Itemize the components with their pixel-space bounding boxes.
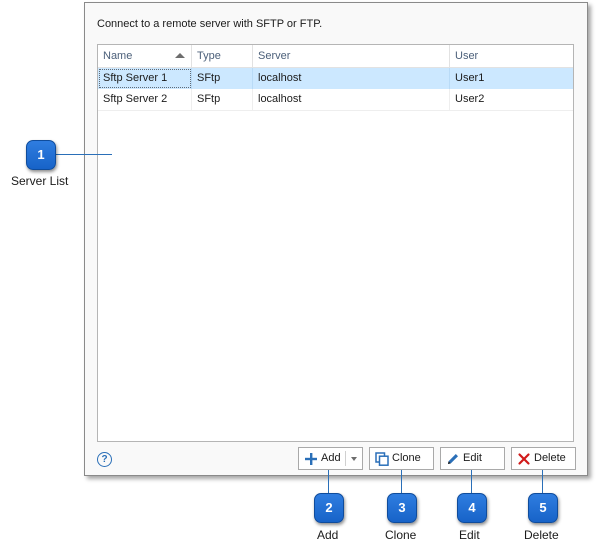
- callout-label-server-list: Server List: [11, 174, 69, 188]
- cell-name: Sftp Server 1: [98, 68, 192, 89]
- callout-badge-2: 2: [314, 493, 344, 523]
- table-row[interactable]: Sftp Server 1 SFtp localhost User1: [98, 68, 573, 89]
- cell-name: Sftp Server 2: [98, 89, 192, 110]
- server-list-header: Name Type Server User: [98, 45, 573, 68]
- callout-leader-line: [401, 470, 402, 493]
- table-row[interactable]: Sftp Server 2 SFtp localhost User2: [98, 89, 573, 111]
- column-header-name[interactable]: Name: [98, 45, 192, 67]
- sort-ascending-icon: [175, 53, 185, 58]
- callout-label-clone: Clone: [385, 528, 417, 542]
- cell-user: User1: [455, 72, 485, 84]
- callout-label-delete: Delete: [524, 528, 559, 542]
- column-header-user-label: User: [455, 50, 479, 62]
- callout-badge-1: 1: [26, 140, 56, 170]
- callout-label-edit: Edit: [459, 528, 480, 542]
- column-header-server-label: Server: [258, 50, 291, 62]
- edit-button-label: Edit: [463, 452, 482, 464]
- delete-button[interactable]: Delete: [511, 447, 576, 470]
- callout-leader-line: [55, 154, 112, 155]
- cell-type: SFtp: [192, 68, 253, 89]
- plus-icon: [305, 453, 317, 465]
- column-header-name-label: Name: [103, 50, 133, 62]
- help-icon[interactable]: ?: [97, 452, 112, 467]
- edit-button[interactable]: Edit: [440, 447, 505, 470]
- x-icon: [518, 453, 530, 465]
- cell-server: localhost: [253, 68, 450, 89]
- clone-button-label: Clone: [392, 452, 421, 464]
- callout-badge-4: 4: [457, 493, 487, 523]
- server-list[interactable]: Name Type Server User Sftp Server 1 SFtp…: [97, 44, 574, 442]
- callout-leader-line: [471, 470, 472, 493]
- chevron-down-icon[interactable]: [351, 457, 357, 461]
- clone-button[interactable]: Clone: [369, 447, 434, 470]
- split-separator: [345, 451, 346, 466]
- callout-leader-line: [542, 470, 543, 493]
- cell-server: localhost: [253, 89, 450, 110]
- callout-badge-3: 3: [387, 493, 417, 523]
- delete-button-label: Delete: [534, 452, 566, 464]
- callout-label-add: Add: [317, 528, 339, 542]
- column-header-type-label: Type: [197, 50, 221, 62]
- column-header-type[interactable]: Type: [192, 45, 253, 67]
- cell-type: SFtp: [192, 89, 253, 110]
- callout-badge-5: 5: [528, 493, 558, 523]
- column-header-server[interactable]: Server: [253, 45, 450, 67]
- callout-leader-line: [328, 470, 329, 493]
- add-button-label: Add: [321, 452, 341, 464]
- add-button[interactable]: Add: [298, 447, 363, 470]
- cell-user: User2: [455, 93, 485, 105]
- intro-text: Connect to a remote server with SFTP or …: [97, 18, 323, 30]
- server-settings-panel: Connect to a remote server with SFTP or …: [84, 2, 588, 476]
- pencil-icon: [448, 454, 458, 464]
- clone-icon: [375, 452, 389, 466]
- column-header-user[interactable]: User: [450, 45, 573, 67]
